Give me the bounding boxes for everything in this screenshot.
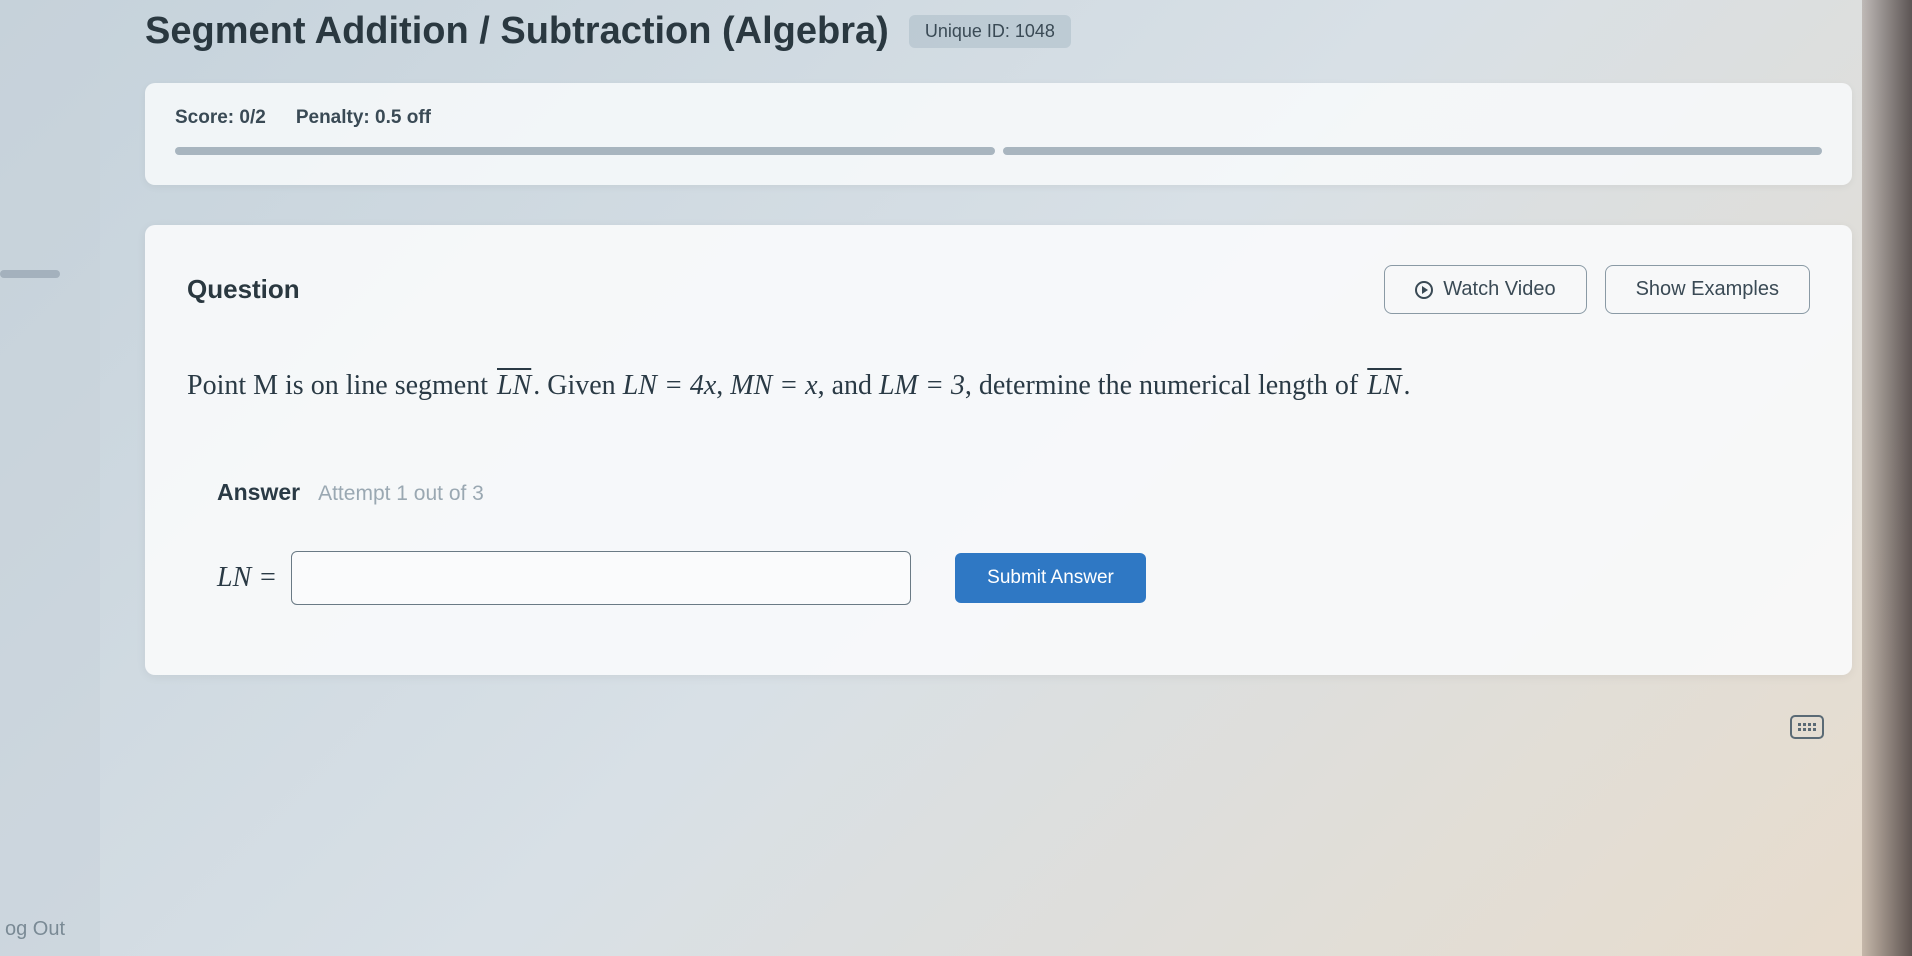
play-icon bbox=[1415, 281, 1433, 299]
watch-video-button[interactable]: Watch Video bbox=[1384, 265, 1586, 314]
progress-bar bbox=[175, 147, 1822, 155]
show-examples-label: Show Examples bbox=[1636, 278, 1779, 301]
progress-segment-1 bbox=[175, 147, 995, 155]
main-content: Segment Addition / Subtraction (Algebra)… bbox=[145, 0, 1912, 675]
question-card: Question Watch Video Show Examples Point… bbox=[145, 225, 1852, 675]
progress-segment-2 bbox=[1003, 147, 1823, 155]
submit-answer-button[interactable]: Submit Answer bbox=[955, 553, 1146, 603]
score-card: Score: 0/2 Penalty: 0.5 off bbox=[145, 83, 1852, 185]
watch-video-label: Watch Video bbox=[1443, 278, 1555, 301]
answer-header: Answer Attempt 1 out of 3 bbox=[217, 479, 1810, 506]
page-title: Segment Addition / Subtraction (Algebra) bbox=[145, 10, 889, 53]
action-buttons: Watch Video Show Examples bbox=[1384, 265, 1810, 314]
answer-section: Answer Attempt 1 out of 3 LN = Submit An… bbox=[187, 479, 1810, 605]
question-heading: Question bbox=[187, 274, 300, 305]
answer-label: Answer bbox=[217, 479, 300, 506]
logout-link[interactable]: og Out bbox=[0, 918, 65, 941]
sidebar-edge bbox=[0, 0, 100, 956]
unique-id-badge: Unique ID: 1048 bbox=[909, 15, 1071, 48]
show-examples-button[interactable]: Show Examples bbox=[1605, 265, 1810, 314]
answer-input-row: LN = Submit Answer bbox=[217, 551, 1810, 605]
right-frame-edge bbox=[1862, 0, 1912, 956]
penalty-label: Penalty: 0.5 off bbox=[296, 107, 431, 129]
keyboard-icon[interactable] bbox=[1790, 715, 1824, 739]
question-text: Point M is on line segment LN. Given LN … bbox=[187, 364, 1810, 409]
sidebar-item-stub[interactable] bbox=[0, 270, 60, 278]
page-title-row: Segment Addition / Subtraction (Algebra)… bbox=[145, 10, 1852, 53]
question-header: Question Watch Video Show Examples bbox=[187, 265, 1810, 314]
attempt-text: Attempt 1 out of 3 bbox=[318, 482, 484, 506]
answer-input[interactable] bbox=[291, 551, 911, 605]
score-label: Score: 0/2 bbox=[175, 107, 266, 129]
answer-prefix: LN = bbox=[217, 562, 277, 594]
score-row: Score: 0/2 Penalty: 0.5 off bbox=[175, 107, 1822, 129]
